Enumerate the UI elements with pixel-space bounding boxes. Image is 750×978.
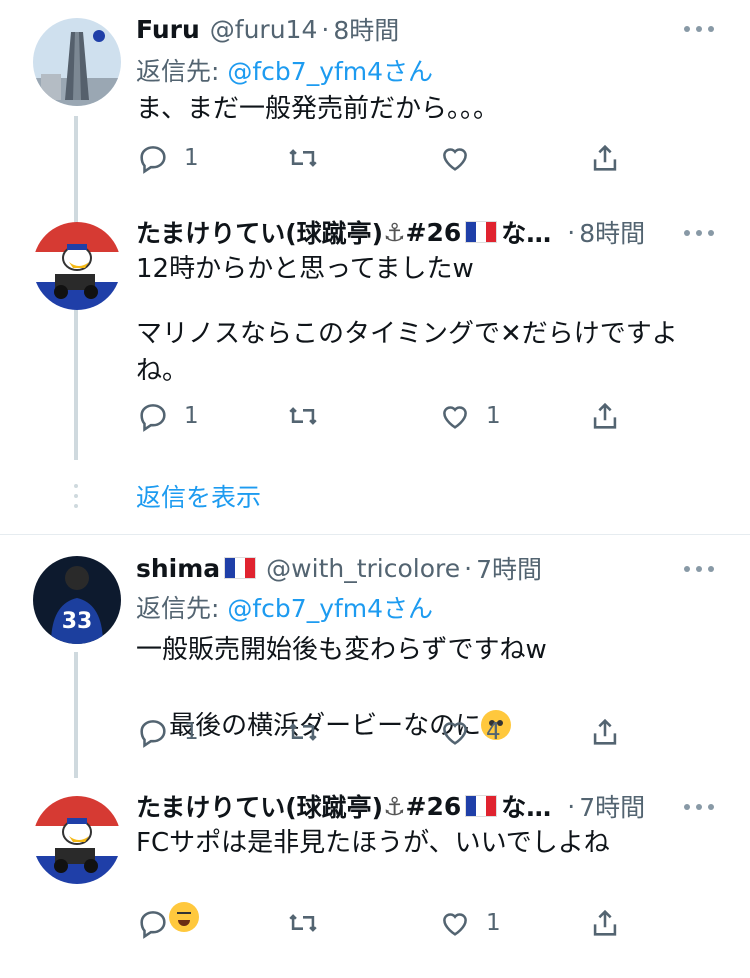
share-icon bbox=[593, 144, 617, 171]
tweet-header: shima @with_tricolore · 7時間 bbox=[136, 550, 670, 586]
retweet-button[interactable] bbox=[286, 138, 334, 178]
tweet-actions: 1 bbox=[136, 138, 636, 178]
like-button[interactable]: 1 bbox=[438, 903, 501, 943]
anchor-icon: ⚓ bbox=[383, 217, 406, 247]
share-button[interactable] bbox=[588, 396, 622, 436]
replying-to: 返信先: @fcb7_yfm4さん bbox=[136, 52, 433, 88]
display-name-tail: な… bbox=[501, 793, 552, 822]
reply-icon bbox=[140, 146, 166, 174]
retweet-icon bbox=[289, 149, 317, 167]
reply-count: 1 bbox=[184, 719, 199, 745]
tweet-text-line: ね。 bbox=[136, 356, 189, 386]
more-icon[interactable] bbox=[684, 228, 714, 238]
separator-dot: · bbox=[464, 553, 473, 583]
retweet-icon bbox=[289, 407, 317, 425]
tweet-actions: 1 4 bbox=[136, 712, 636, 752]
reply-icon bbox=[140, 911, 166, 939]
france-flag-icon bbox=[224, 557, 257, 579]
retweet-icon bbox=[289, 914, 317, 932]
like-icon bbox=[443, 148, 467, 171]
tweet-header: たまけりてい(球蹴亭) ⚓ #26 な… · 8時間 bbox=[136, 214, 670, 250]
anchor-icon: ⚓ bbox=[383, 791, 406, 821]
like-count: 1 bbox=[486, 403, 501, 429]
reply-button[interactable]: 1 bbox=[136, 396, 199, 436]
username[interactable]: @with_tricolore bbox=[266, 554, 460, 583]
timestamp[interactable]: 7時間 bbox=[476, 550, 542, 586]
retweet-button[interactable] bbox=[286, 396, 334, 436]
display-name-tail: な… bbox=[501, 219, 552, 248]
replying-prefix: 返信先: bbox=[136, 57, 228, 86]
like-count: 1 bbox=[486, 910, 501, 936]
share-button[interactable] bbox=[588, 712, 622, 752]
reply-count: 1 bbox=[184, 403, 199, 429]
separator-dot: · bbox=[567, 217, 576, 247]
tweet-text-line: 一般販売開始後も変わらずですねw bbox=[136, 635, 547, 665]
like-count: 4 bbox=[486, 719, 501, 745]
tweet-header: たまけりてい(球蹴亭) ⚓ #26 な… · 7時間 bbox=[136, 788, 670, 824]
share-button[interactable] bbox=[588, 903, 622, 943]
avatar-tamakeritei[interactable] bbox=[33, 222, 121, 310]
reply-count: 1 bbox=[184, 145, 199, 171]
tweet-text: ま、まだ一般発売前だから。。。 bbox=[136, 94, 499, 124]
display-name-suffix: #26 bbox=[405, 217, 462, 247]
avatar-shima[interactable]: 33 bbox=[33, 556, 121, 644]
reply-button[interactable]: 1 bbox=[136, 712, 199, 752]
mention-link[interactable]: @fcb7_yfm4さん bbox=[227, 594, 433, 623]
timestamp[interactable]: 8時間 bbox=[579, 214, 645, 250]
separator-dot: · bbox=[321, 14, 330, 44]
timestamp[interactable]: 8時間 bbox=[333, 11, 399, 47]
france-flag-icon bbox=[465, 795, 498, 817]
tweet-actions: 1 bbox=[136, 903, 636, 943]
more-icon[interactable] bbox=[684, 564, 714, 574]
like-button[interactable]: 4 bbox=[438, 712, 501, 752]
thread-line bbox=[74, 652, 78, 778]
separator-dot: · bbox=[567, 791, 576, 821]
replying-to: 返信先: @fcb7_yfm4さん bbox=[136, 589, 433, 625]
share-icon bbox=[593, 402, 617, 429]
mention-link[interactable]: @fcb7_yfm4さん bbox=[227, 57, 433, 86]
like-button[interactable] bbox=[438, 138, 486, 178]
reply-button[interactable]: 1 bbox=[136, 138, 199, 178]
replying-prefix: 返信先: bbox=[136, 594, 228, 623]
share-icon bbox=[593, 718, 617, 745]
tweet-text-line: 12時からかと思ってましたw bbox=[136, 254, 474, 284]
reply-icon bbox=[140, 404, 166, 432]
thread-gap-dots bbox=[74, 484, 78, 508]
tweet-header: Furu @furu14 · 8時間 bbox=[136, 11, 670, 47]
like-button[interactable]: 1 bbox=[438, 396, 501, 436]
display-name[interactable]: たまけりてい(球蹴亭) bbox=[136, 788, 383, 824]
share-icon bbox=[593, 909, 617, 936]
display-name-suffix: #26 bbox=[405, 791, 462, 821]
like-icon bbox=[443, 406, 467, 429]
reply-button[interactable] bbox=[136, 903, 184, 943]
france-flag-icon bbox=[465, 221, 498, 243]
share-button[interactable] bbox=[588, 138, 622, 178]
show-replies-link[interactable]: 返信を表示 bbox=[136, 478, 261, 514]
svg-text:33: 33 bbox=[62, 609, 93, 634]
tweet-text-line: マリノスならこのタイミングで✕だらけですよ bbox=[136, 319, 678, 349]
display-name[interactable]: たまけりてい(球蹴亭) bbox=[136, 214, 383, 250]
avatar-tamakeritei[interactable] bbox=[33, 796, 121, 884]
retweet-icon bbox=[289, 723, 317, 741]
more-icon[interactable] bbox=[684, 24, 714, 34]
display-name[interactable]: shima bbox=[136, 554, 220, 583]
divider bbox=[0, 534, 750, 535]
display-name[interactable]: Furu bbox=[136, 15, 200, 44]
retweet-button[interactable] bbox=[286, 712, 334, 752]
tweet-text-line: FCサポは是非見たほうが、いいでしよね bbox=[136, 828, 610, 858]
timestamp[interactable]: 7時間 bbox=[579, 788, 645, 824]
tweet-actions: 1 1 bbox=[136, 396, 636, 436]
avatar-furu[interactable] bbox=[33, 18, 121, 106]
username[interactable]: @furu14 bbox=[210, 15, 318, 44]
more-icon[interactable] bbox=[684, 802, 714, 812]
like-icon bbox=[443, 722, 467, 745]
retweet-button[interactable] bbox=[286, 903, 334, 943]
reply-icon bbox=[140, 720, 166, 748]
like-icon bbox=[443, 913, 467, 936]
